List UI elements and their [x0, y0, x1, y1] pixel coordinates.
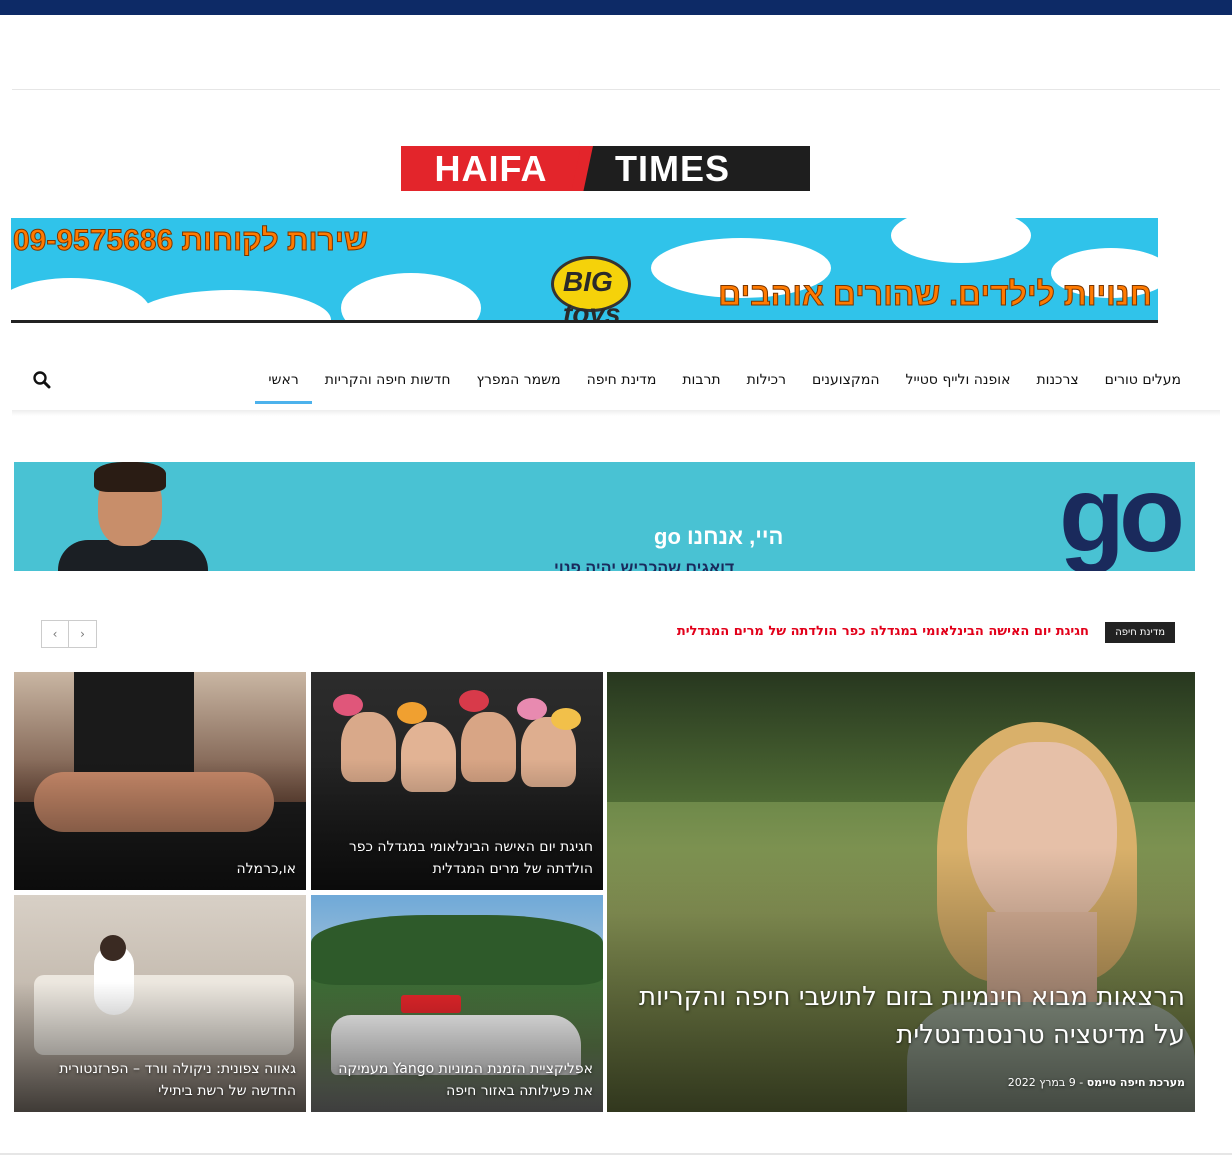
go-ad-subline: דואגים שהכביש יהיה פנוי [554, 560, 735, 571]
photo-flower [551, 708, 581, 730]
photo-flower [333, 694, 363, 716]
ticker-arrows: ‹ › [41, 620, 97, 648]
photo-flower [517, 698, 547, 720]
bigtoys-logo: BIG toys [511, 238, 661, 320]
ad-slogan: חנויות לילדים. שהורים אוהבים [718, 276, 1153, 313]
nav-item-columns[interactable]: מעלים טורים [1092, 360, 1194, 402]
top-banner-ad[interactable]: שירות לקוחות 09-9575686 חנויות לילדים. ש… [11, 218, 1158, 323]
nav-item-haifa-news[interactable]: חדשות חיפה והקריות [312, 360, 464, 402]
nav-item-mishmar-hamifratz[interactable]: משמר המפרץ [463, 360, 573, 402]
ad-person-image [40, 462, 210, 571]
nav-item-fashion[interactable]: אופנה ולייף סטייל [892, 360, 1023, 402]
ticker-headline[interactable]: חגיגת יום האישה הבינלאומי במגדלה כפר הול… [677, 624, 1089, 639]
article-tile[interactable]: חגיגת יום האישה הבינלאומי במגדלה כפר הול… [311, 672, 603, 890]
photo-therapist [74, 672, 194, 772]
go-banner-ad[interactable]: היי, אנחנו go דואגים שהכביש יהיה פנוי go [14, 462, 1195, 571]
go-logo: go [1059, 462, 1185, 571]
nav-item-professionals[interactable]: המקצוענים [799, 360, 893, 402]
go-ad-headline: היי, אנחנו go [654, 524, 784, 549]
person-hair [94, 462, 166, 492]
ticker-category-badge[interactable]: מדינת חיפה [1105, 622, 1175, 643]
cloud-shape [341, 273, 481, 320]
chevron-right-icon[interactable]: › [69, 620, 97, 648]
nav-shadow [12, 410, 1220, 416]
search-icon[interactable] [32, 370, 52, 390]
nav-item-culture[interactable]: תרבות [669, 360, 733, 402]
tile-caption[interactable]: גאווה צפונית: ניקולה וורד – הפרזנטורית ה… [24, 1058, 296, 1102]
nav-item-medinat-haifa[interactable]: מדינת חיפה [574, 360, 670, 402]
tile-caption[interactable]: או,כרמלה [24, 858, 296, 880]
main-navigation: ראשי חדשות חיפה והקריות משמר המפרץ מדינת… [12, 360, 1220, 410]
article-tile[interactable]: גאווה צפונית: ניקולה וורד – הפרזנטורית ה… [14, 895, 306, 1112]
footer-divider [0, 1153, 1232, 1155]
cloud-shape [11, 278, 151, 320]
featured-caption: הרצאות מבוא חינמיות בזום לתושבי חיפה והק… [617, 978, 1185, 1102]
logo-text-haifa: HAIFA [401, 146, 581, 191]
nav-menu: ראשי חדשות חיפה והקריות משמר המפרץ מדינת… [255, 360, 1194, 404]
photo-trees [311, 915, 603, 985]
header-divider [12, 89, 1220, 90]
news-ticker: מדינת חיפה חגיגת יום האישה הבינלאומי במג… [14, 620, 1195, 648]
tile-caption[interactable]: חגיגת יום האישה הבינלאומי במגדלה כפר הול… [321, 836, 593, 880]
bigtoys-logo-text: BIG toys [563, 266, 621, 323]
photo-flower [397, 702, 427, 724]
cloud-shape [131, 290, 331, 320]
photo-woman-hair [100, 935, 126, 961]
featured-article[interactable]: הרצאות מבוא חינמיות בזום לתושבי חיפה והק… [607, 672, 1195, 1112]
logo-text-times: TIMES [607, 146, 810, 191]
nav-item-home[interactable]: ראשי [255, 360, 313, 404]
cloud-shape [891, 218, 1031, 263]
meta-separator: - [1075, 1076, 1087, 1089]
chevron-left-icon[interactable]: ‹ [41, 620, 69, 648]
featured-date: 9 במרץ 2022 [1007, 1076, 1076, 1089]
featured-meta: מערכת חיפה טיימס - 9 במרץ 2022 [617, 1064, 1185, 1102]
site-logo[interactable]: HAIFA TIMES [401, 146, 810, 191]
logo-separator [581, 146, 607, 191]
top-accent-bar [0, 0, 1232, 15]
article-tile[interactable]: אפליקציית הזמנת המוניות Yango מעמיקה את … [311, 895, 603, 1112]
nav-item-gossip[interactable]: רכילות [734, 360, 799, 402]
tile-caption[interactable]: אפליקציית הזמנת המוניות Yango מעמיקה את … [321, 1058, 593, 1102]
nav-item-consumer[interactable]: צרכנות [1023, 360, 1091, 402]
photo-flower [459, 690, 489, 712]
article-tile[interactable]: או,כרמלה [14, 672, 306, 890]
featured-author[interactable]: מערכת חיפה טיימס [1087, 1076, 1185, 1089]
ad-phone-text: שירות לקוחות 09-9575686 [12, 224, 369, 258]
featured-title[interactable]: הרצאות מבוא חינמיות בזום לתושבי חיפה והק… [617, 978, 1185, 1054]
